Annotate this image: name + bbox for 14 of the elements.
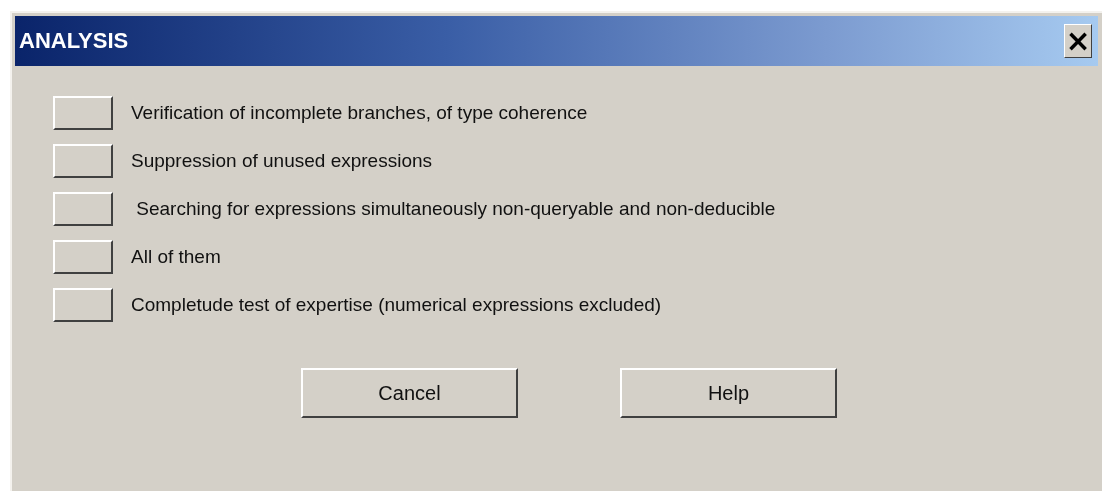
option-button[interactable] — [53, 144, 113, 178]
option-label: Verification of incomplete branches, of type coherence — [131, 102, 588, 124]
option-label: Searching for expressions simultaneously non-queryable and non-deducible — [135, 198, 776, 220]
help-button[interactable]: Help — [620, 368, 837, 418]
option-label: All of them — [131, 246, 221, 268]
option-button[interactable] — [53, 240, 113, 274]
cancel-button[interactable]: Cancel — [301, 368, 518, 418]
option-button[interactable] — [53, 96, 113, 130]
option-label: Suppression of unused expressions — [131, 150, 433, 172]
option-button[interactable] — [53, 288, 113, 322]
close-button[interactable]: × — [1064, 24, 1092, 58]
window-title: ANALYSIS — [19, 28, 129, 54]
option-button[interactable] — [53, 192, 113, 226]
option-label: Completude test of expertise (numerical expressions excluded) — [131, 294, 662, 316]
